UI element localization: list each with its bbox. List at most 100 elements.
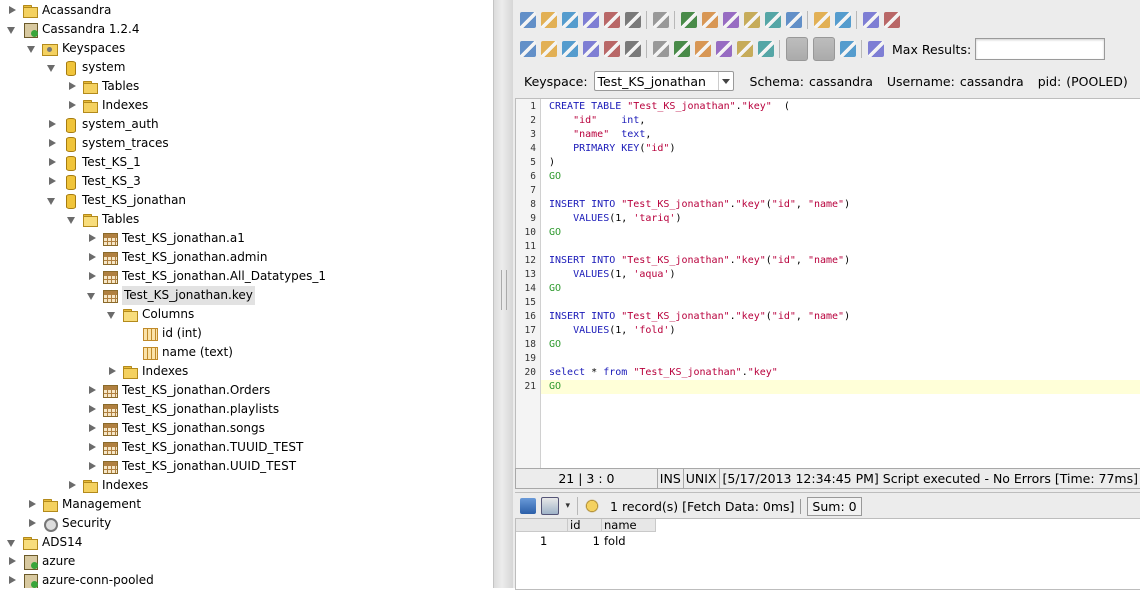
tree-item[interactable]: azure (6, 552, 75, 571)
code-line[interactable]: PRIMARY KEY("id") (549, 142, 675, 156)
chevron-down-icon[interactable]: ▾ (566, 501, 571, 511)
cell-id[interactable]: 1 (568, 534, 600, 548)
collapsed-arrow-icon[interactable] (46, 153, 60, 172)
collapsed-arrow-icon[interactable] (46, 134, 60, 153)
code-line[interactable]: INSERT INTO "Test_KS_jonathan"."key"("id… (549, 254, 850, 268)
tx-end-icon[interactable] (715, 41, 732, 57)
collapsed-arrow-icon[interactable] (106, 362, 120, 381)
code-line[interactable]: VALUES(1, 'aqua') (549, 268, 675, 282)
lowercase-icon[interactable] (883, 12, 900, 28)
format-sql-icon[interactable] (813, 12, 830, 28)
open-icon[interactable] (540, 12, 557, 28)
collapsed-arrow-icon[interactable] (6, 1, 20, 20)
collapsed-arrow-icon[interactable] (6, 571, 20, 588)
collapsed-arrow-icon[interactable] (46, 115, 60, 134)
tree-item[interactable]: name (text) (126, 343, 233, 362)
collapsed-arrow-icon[interactable] (86, 229, 100, 248)
tree-item[interactable]: Test_KS_jonathan.songs (86, 419, 265, 438)
column-header-id[interactable]: id (568, 519, 602, 532)
tree-item[interactable]: Indexes (106, 362, 188, 381)
find-icon[interactable] (834, 12, 851, 28)
uppercase-icon[interactable] (862, 12, 879, 28)
cell-name[interactable]: fold (604, 534, 654, 548)
collapsed-arrow-icon[interactable] (66, 77, 80, 96)
explain-icon[interactable] (582, 41, 599, 57)
expanded-arrow-icon[interactable] (106, 305, 120, 324)
copy-icon[interactable] (722, 12, 739, 28)
collapsed-arrow-icon[interactable] (66, 476, 80, 495)
stop-icon[interactable] (624, 41, 641, 57)
results-grid[interactable]: id name 1 1 fold (515, 518, 1140, 590)
collapsed-arrow-icon[interactable] (66, 96, 80, 115)
auto-commit-icon[interactable] (736, 41, 753, 57)
sql-editor[interactable]: 1 2 3 4 5 6 7 8 9 10 11 12 13 14 15 16 17 18 19 20 21 CREATE… (515, 98, 1140, 470)
tree-item[interactable]: Indexes (66, 476, 148, 495)
tree-item[interactable]: azure-conn-pooled (6, 571, 154, 588)
expanded-arrow-icon[interactable] (6, 20, 20, 39)
collapsed-arrow-icon[interactable] (86, 457, 100, 476)
save-all-icon[interactable] (582, 12, 599, 28)
tree-item[interactable]: Test_KS_jonathan.key (86, 286, 255, 305)
collapsed-arrow-icon[interactable] (86, 400, 100, 419)
tree-item[interactable]: Test_KS_jonathan.Orders (86, 381, 270, 400)
code-line[interactable]: "id" int, (549, 114, 645, 128)
tree-item[interactable]: Test_KS_jonathan.a1 (86, 229, 245, 248)
code-line[interactable]: GO (549, 170, 561, 184)
code-line[interactable]: VALUES(1, 'tariq') (549, 212, 681, 226)
code-line[interactable]: VALUES(1, 'fold') (549, 324, 675, 338)
print-icon[interactable] (624, 12, 641, 28)
execute-icon[interactable] (540, 41, 557, 57)
code-line[interactable]: GO (549, 226, 561, 240)
tx-begin-icon[interactable] (694, 41, 711, 57)
undo-icon[interactable] (764, 12, 781, 28)
expanded-arrow-icon[interactable] (46, 58, 60, 77)
tree-item[interactable]: Tables (66, 210, 139, 229)
select-icon[interactable] (680, 12, 697, 28)
expanded-arrow-icon[interactable] (46, 191, 60, 210)
paste-icon[interactable] (743, 12, 760, 28)
connection-tree[interactable]: Acassandra Cassandra 1.2.4 Keyspaces system… (0, 0, 493, 588)
tree-item[interactable]: Test_KS_jonathan.UUID_TEST (86, 457, 296, 476)
redo-icon[interactable] (785, 12, 802, 28)
load-results-icon[interactable] (839, 41, 856, 57)
tree-item[interactable]: Keyspaces (26, 39, 125, 58)
expanded-arrow-icon[interactable] (86, 286, 100, 305)
collapsed-arrow-icon[interactable] (86, 267, 100, 286)
collapsed-arrow-icon[interactable] (26, 514, 40, 533)
page-setup-icon[interactable] (652, 12, 669, 28)
history-icon[interactable] (867, 41, 884, 57)
collapsed-arrow-icon[interactable] (26, 495, 40, 514)
execute-current-icon[interactable] (561, 41, 578, 57)
tree-item[interactable]: Test_KS_1 (46, 153, 141, 172)
tree-item[interactable]: Test_KS_3 (46, 172, 141, 191)
isolation-icon[interactable] (757, 41, 774, 57)
export-icon[interactable] (541, 497, 559, 515)
tree-item[interactable]: system_auth (46, 115, 159, 134)
collapsed-arrow-icon[interactable] (86, 248, 100, 267)
tree-item[interactable]: Test_KS_jonathan.playlists (86, 400, 279, 419)
tree-item[interactable]: Tables (66, 77, 139, 96)
tree-item[interactable]: system_traces (46, 134, 169, 153)
expanded-arrow-icon[interactable] (66, 210, 80, 229)
commit-icon[interactable] (652, 41, 669, 57)
max-results-input[interactable] (975, 38, 1106, 60)
collapsed-arrow-icon[interactable] (86, 381, 100, 400)
tree-item[interactable]: Indexes (66, 96, 148, 115)
results-grid-icon[interactable] (520, 498, 536, 514)
tree-item[interactable]: Test_KS_jonathan (46, 191, 186, 210)
save-as-icon[interactable] (603, 12, 620, 28)
code-line[interactable]: GO (549, 282, 561, 296)
tree-item[interactable]: ADS14 (6, 533, 82, 552)
new-query-icon[interactable] (519, 12, 536, 28)
tree-item[interactable]: id (int) (126, 324, 202, 343)
code-line[interactable]: CREATE TABLE "Test_KS_jonathan"."key" ( (549, 100, 790, 114)
collapsed-arrow-icon[interactable] (46, 172, 60, 191)
results-text-icon[interactable] (812, 37, 835, 61)
code-line[interactable]: INSERT INTO "Test_KS_jonathan"."key"("id… (549, 310, 850, 324)
execute-all-icon[interactable] (519, 41, 536, 57)
tree-item[interactable]: Test_KS_jonathan.TUUID_TEST (86, 438, 303, 457)
code-line[interactable]: "name" text, (549, 128, 651, 142)
tree-item[interactable]: Cassandra 1.2.4 (6, 20, 139, 39)
tree-item[interactable]: Management (26, 495, 141, 514)
tree-item[interactable]: Test_KS_jonathan.All_Datatypes_1 (86, 267, 326, 286)
